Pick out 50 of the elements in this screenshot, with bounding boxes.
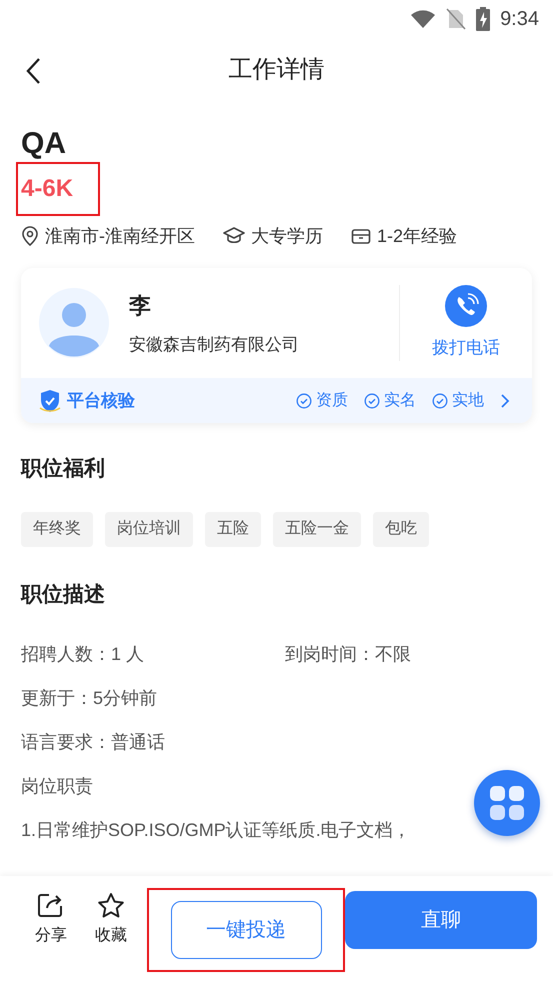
chevron-right-icon bbox=[500, 392, 510, 408]
company-name: 安徽森吉制药有限公司 bbox=[129, 334, 299, 356]
share-button[interactable]: 分享 bbox=[21, 892, 81, 948]
star-icon bbox=[97, 892, 125, 918]
job-fact: 语言要求：普通话 bbox=[21, 730, 165, 754]
benefit-tag: 岗位培训 bbox=[105, 512, 193, 546]
section-heading: 职位描述 bbox=[21, 582, 105, 608]
floating-menu-button[interactable] bbox=[474, 770, 540, 836]
benefit-tag: 包吃 bbox=[373, 512, 429, 546]
salary-text: 4-6K bbox=[18, 164, 98, 214]
duty-text: 1.日常维护SOP.ISO/GMP认证等纸质.电子文档， bbox=[21, 818, 411, 842]
grid-icon bbox=[489, 785, 525, 821]
verification-item: 实名 bbox=[384, 390, 416, 410]
call-button[interactable]: 拨打电话 bbox=[400, 285, 532, 361]
section-heading: 职位福利 bbox=[21, 456, 105, 482]
contact-name: 李 bbox=[129, 292, 151, 320]
apply-button[interactable]: 一键投递 bbox=[170, 901, 322, 959]
chat-button[interactable]: 直聊 bbox=[345, 891, 537, 949]
verification-item: 实地 bbox=[452, 390, 484, 410]
job-meta-text: 淮南市-淮南经开区 bbox=[45, 224, 195, 248]
verification-bar[interactable]: 平台核验 资质 实名 实地 bbox=[21, 378, 532, 423]
wifi-icon bbox=[410, 9, 436, 29]
verification-title: 平台核验 bbox=[67, 390, 135, 412]
job-meta-text: 1-2年经验 bbox=[377, 224, 458, 248]
no-sim-icon bbox=[446, 8, 466, 30]
page-title: 工作详情 bbox=[228, 55, 324, 85]
verification-item: 资质 bbox=[316, 390, 348, 410]
job-fact: 更新于：5分钟前 bbox=[21, 686, 158, 710]
graduation-cap-icon bbox=[223, 227, 245, 245]
battery-charging-icon bbox=[476, 7, 490, 31]
duties-heading: 岗位职责 bbox=[21, 774, 93, 798]
location-pin-icon bbox=[21, 226, 39, 246]
shield-check-icon bbox=[39, 388, 61, 412]
benefit-tag: 五险一金 bbox=[273, 512, 361, 546]
job-fact: 到岗时间：不限 bbox=[285, 642, 411, 666]
check-circle-icon bbox=[432, 392, 448, 408]
job-title: QA bbox=[21, 126, 66, 162]
status-time: 9:34 bbox=[500, 7, 539, 32]
job-fact: 招聘人数：1 人 bbox=[21, 642, 146, 666]
briefcase-icon bbox=[351, 227, 371, 245]
share-icon bbox=[37, 892, 65, 918]
favorite-button[interactable]: 收藏 bbox=[81, 892, 141, 948]
back-icon bbox=[25, 57, 41, 85]
benefit-tag: 年终奖 bbox=[21, 512, 93, 546]
job-meta-text: 大专学历 bbox=[251, 224, 323, 248]
avatar bbox=[39, 288, 109, 358]
phone-icon bbox=[445, 285, 487, 328]
check-circle-icon bbox=[296, 392, 312, 408]
check-circle-icon bbox=[364, 392, 380, 408]
benefit-tag: 五险 bbox=[205, 512, 261, 546]
